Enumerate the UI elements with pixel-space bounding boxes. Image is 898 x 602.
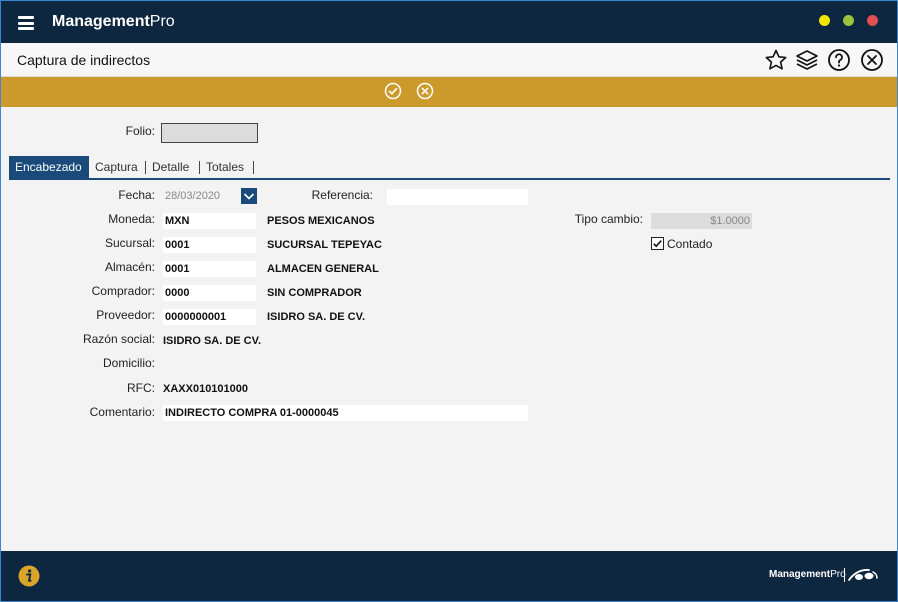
fecha-input[interactable]: 28/03/2020 xyxy=(163,188,243,204)
razon-social-value: ISIDRO SA. DE CV. xyxy=(163,335,262,347)
tipo-cambio-label: Tipo cambio: xyxy=(574,212,643,226)
proveedor-description: ISIDRO SA. DE CV. xyxy=(267,311,366,323)
moneda-input[interactable]: MXN xyxy=(163,213,256,229)
footer-bar: ManagementPro xyxy=(1,551,897,601)
folio-input[interactable] xyxy=(161,123,258,143)
rfc-label: RFC: xyxy=(127,381,155,395)
close-icon[interactable] xyxy=(860,48,884,72)
contado-checkbox[interactable] xyxy=(651,237,664,250)
rfc-value: XAXX010101000 xyxy=(163,383,249,395)
almacen-description: ALMACEN GENERAL xyxy=(267,263,379,275)
menu-icon[interactable] xyxy=(18,16,34,30)
layers-icon[interactable] xyxy=(795,48,819,72)
title-bar: ManagementPro xyxy=(1,1,897,43)
referencia-input[interactable] xyxy=(387,189,528,205)
proveedor-label: Proveedor: xyxy=(96,308,155,322)
comprador-label: Comprador: xyxy=(91,284,155,298)
sucursal-input[interactable]: 0001 xyxy=(163,237,256,253)
tab-underline xyxy=(9,178,890,180)
tab-encabezado[interactable]: Encabezado xyxy=(9,156,89,178)
moneda-description: PESOS MEXICANOS xyxy=(267,215,375,227)
sucursal-description: SUCURSAL TEPEYAC xyxy=(267,239,382,251)
app-window: ManagementPro Captura de indirectos Foli… xyxy=(1,1,897,601)
cancel-icon[interactable] xyxy=(416,82,434,100)
sucursal-label: Sucursal: xyxy=(104,236,155,250)
tab-detalle[interactable]: Detalle xyxy=(146,156,195,178)
fecha-label: Fecha: xyxy=(118,188,155,202)
razon-social-label: Razón social: xyxy=(82,332,155,346)
close-window-button[interactable] xyxy=(867,15,878,26)
referencia-label: Referencia: xyxy=(311,188,373,202)
app-logo: ManagementPro xyxy=(52,13,175,30)
footer-logo-divider xyxy=(844,568,845,582)
footer-logo: ManagementPro xyxy=(769,569,846,580)
moneda-label: Moneda: xyxy=(108,212,155,226)
tipo-cambio-input[interactable]: $1.0000 xyxy=(651,213,752,229)
tab-captura[interactable]: Captura xyxy=(89,156,144,178)
almacen-input[interactable]: 0001 xyxy=(163,261,256,277)
info-icon[interactable] xyxy=(18,565,40,587)
domicilio-label: Domicilio: xyxy=(102,356,155,370)
comprador-description: SIN COMPRADOR xyxy=(267,287,362,299)
comprador-input[interactable]: 0000 xyxy=(163,285,256,301)
tab-separator xyxy=(253,161,254,174)
action-bar xyxy=(1,77,897,107)
minimize-button[interactable] xyxy=(819,15,830,26)
comentario-label: Comentario: xyxy=(89,405,155,419)
page-title: Captura de indirectos xyxy=(17,52,151,68)
maximize-button[interactable] xyxy=(843,15,854,26)
comentario-input[interactable]: INDIRECTO COMPRA 01-0000045 xyxy=(163,405,528,421)
star-icon[interactable] xyxy=(764,48,788,72)
almacen-label: Almacén: xyxy=(104,260,155,274)
proveedor-input[interactable]: 0000000001 xyxy=(163,309,256,325)
confirm-icon[interactable] xyxy=(384,82,402,100)
screen-header: Captura de indirectos xyxy=(1,43,897,77)
contado-label: Contado xyxy=(667,237,713,251)
chevron-down-icon[interactable] xyxy=(241,188,257,204)
folio-label: Folio: xyxy=(125,124,155,138)
brand-mark-icon xyxy=(848,569,878,581)
help-icon[interactable] xyxy=(827,48,851,72)
tab-totales[interactable]: Totales xyxy=(200,156,250,178)
